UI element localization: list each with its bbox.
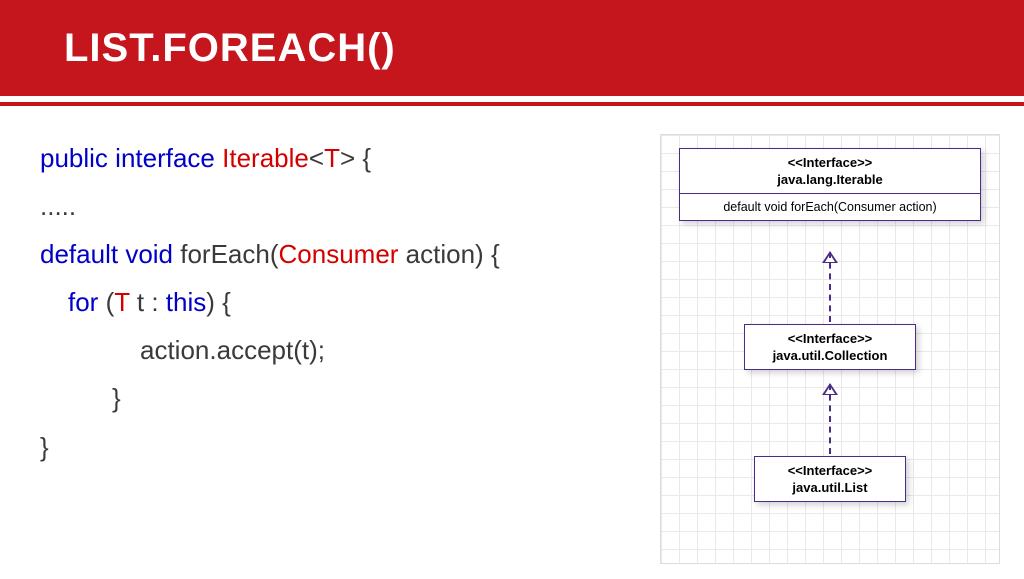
stmt-accept: action.accept(t); bbox=[140, 335, 325, 365]
title-bar: List.forEach() bbox=[0, 0, 1024, 96]
slide: List.forEach() public interface Iterable… bbox=[0, 0, 1024, 579]
uml-box-iterable: <<Interface>> java.lang.Iterable default… bbox=[679, 148, 981, 221]
uml-arrow-collection-to-iterable bbox=[829, 252, 831, 322]
keyword-for: for bbox=[68, 287, 98, 317]
method-foreach: forEach( bbox=[173, 239, 279, 269]
uml-box-list: <<Interface>> java.util.List bbox=[754, 456, 906, 502]
uml-name-iterable: java.lang.Iterable bbox=[692, 172, 968, 187]
uml-arrow-list-to-collection bbox=[829, 384, 831, 454]
uml-box-collection: <<Interface>> java.util.Collection bbox=[744, 324, 916, 370]
uml-stereo-iterable: <<Interface>> bbox=[692, 155, 968, 170]
code-line-5: action.accept(t); bbox=[40, 326, 648, 374]
code-block: public interface Iterable<T> { ..... def… bbox=[40, 134, 660, 564]
code-line-4: for (T t : this) { bbox=[40, 278, 648, 326]
keyword-interface: interface bbox=[115, 143, 215, 173]
for-close: ) { bbox=[206, 287, 231, 317]
uml-method-foreach: default void forEach(Consumer action) bbox=[680, 194, 980, 220]
generic-t: T bbox=[324, 143, 340, 173]
code-line-6: } bbox=[40, 374, 648, 422]
generic-open: < bbox=[309, 143, 324, 173]
param-rest: action) { bbox=[398, 239, 499, 269]
keyword-public: public bbox=[40, 143, 108, 173]
code-line-1: public interface Iterable<T> { bbox=[40, 134, 648, 182]
arrow-line bbox=[829, 252, 831, 322]
type-iterable: Iterable bbox=[222, 143, 309, 173]
for-mid: t : bbox=[130, 287, 166, 317]
keyword-this: this bbox=[166, 287, 206, 317]
code-line-3: default void forEach(Consumer action) { bbox=[40, 230, 648, 278]
keyword-default: default bbox=[40, 239, 118, 269]
brace-close-outer: } bbox=[40, 432, 49, 462]
ellipsis: ..... bbox=[40, 191, 76, 221]
code-line-2: ..... bbox=[40, 182, 648, 230]
uml-head-list: <<Interface>> java.util.List bbox=[755, 457, 905, 501]
uml-stereo-list: <<Interface>> bbox=[767, 463, 893, 478]
type-t: T bbox=[114, 287, 129, 317]
keyword-void: void bbox=[125, 239, 173, 269]
slide-title: List.forEach() bbox=[64, 26, 396, 71]
uml-name-collection: java.util.Collection bbox=[757, 348, 903, 363]
code-line-7: } bbox=[40, 423, 648, 471]
slide-body: public interface Iterable<T> { ..... def… bbox=[0, 106, 1024, 564]
uml-head-iterable: <<Interface>> java.lang.Iterable bbox=[680, 149, 980, 193]
arrow-line bbox=[829, 384, 831, 454]
for-open: ( bbox=[98, 287, 114, 317]
generic-close: > bbox=[340, 143, 355, 173]
uml-diagram: <<Interface>> java.lang.Iterable default… bbox=[660, 134, 1000, 564]
uml-head-collection: <<Interface>> java.util.Collection bbox=[745, 325, 915, 369]
brace-open: { bbox=[355, 143, 371, 173]
uml-stereo-collection: <<Interface>> bbox=[757, 331, 903, 346]
uml-name-list: java.util.List bbox=[767, 480, 893, 495]
brace-close-inner: } bbox=[112, 383, 121, 413]
type-consumer: Consumer bbox=[279, 239, 399, 269]
